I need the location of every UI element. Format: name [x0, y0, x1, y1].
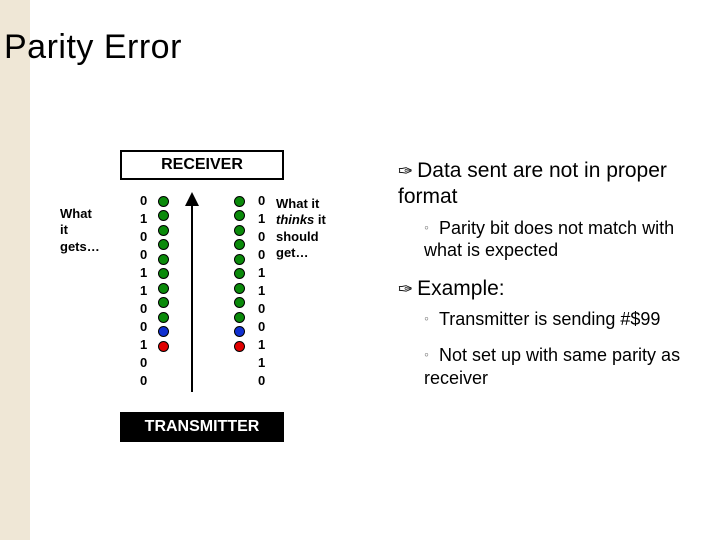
- bit-value: 0: [258, 192, 265, 210]
- dot-icon: [158, 283, 169, 294]
- bullet-2-sub-2: ◦Not set up with same parity as receiver: [424, 344, 708, 389]
- dot-icon: [234, 268, 245, 279]
- t: Transmitter is sending #$99: [439, 309, 660, 329]
- arrow-up: [182, 192, 202, 397]
- t: Parity bit does not match with what is e…: [424, 218, 674, 261]
- bullet-1: ✑Data sent are not in proper format: [398, 158, 708, 211]
- bullet-2: ✑Example:: [398, 276, 708, 302]
- dot-icon: [234, 312, 245, 323]
- bullet-1-text: Data sent are not in proper format: [398, 159, 667, 208]
- bit-value: 0: [258, 228, 265, 246]
- bit-value: 1: [258, 336, 265, 354]
- bullet-icon: ✑: [398, 279, 413, 299]
- decorative-left-stripe: [0, 0, 30, 540]
- bit-value: 0: [258, 246, 265, 264]
- dot-icon: [158, 196, 169, 207]
- bullet-2-sub-1: ◦ Transmitter is sending #$99: [424, 308, 708, 331]
- sub-bullet-icon: ◦: [424, 219, 429, 237]
- bullet-2-text: Example:: [417, 277, 505, 300]
- t: get…: [276, 245, 309, 260]
- dot-icon: [234, 326, 245, 337]
- bit-value: 1: [140, 282, 147, 300]
- t: it: [314, 212, 326, 227]
- bit-value: 0: [258, 300, 265, 318]
- dot-icon: [234, 254, 245, 265]
- arrow-up-icon: [182, 192, 202, 397]
- bullet-icon: ✑: [398, 161, 413, 181]
- dot-icon: [158, 225, 169, 236]
- receiver-dots-column: [158, 192, 169, 355]
- bit-value: 1: [258, 282, 265, 300]
- bit-value: 0: [140, 246, 147, 264]
- bit-value: 0: [140, 354, 147, 372]
- dot-icon: [158, 268, 169, 279]
- bit-value: 1: [140, 210, 147, 228]
- bit-value: 1: [258, 354, 265, 372]
- bit-value: 0: [258, 372, 265, 390]
- receiver-box: RECEIVER: [120, 150, 284, 180]
- dot-icon: [158, 210, 169, 221]
- bit-value: 0: [140, 192, 147, 210]
- t: Not set up with same parity as receiver: [424, 345, 680, 388]
- t: thinks: [276, 212, 314, 227]
- bit-value: 0: [140, 300, 147, 318]
- bit-value: 1: [258, 210, 265, 228]
- bit-value: 0: [140, 318, 147, 336]
- bit-value: 0: [140, 228, 147, 246]
- slide-title: Parity Error: [4, 28, 182, 67]
- dot-icon: [234, 210, 245, 221]
- t: should: [276, 229, 319, 244]
- dot-icon: [158, 341, 169, 352]
- sub-bullet-icon: ◦: [424, 310, 429, 328]
- label-what-it-gets: What it gets…: [60, 206, 100, 255]
- dot-icon: [158, 312, 169, 323]
- dot-icon: [158, 326, 169, 337]
- t: it: [60, 222, 68, 237]
- receiver-bits-column: 01001100100: [140, 192, 147, 390]
- t: What: [60, 206, 92, 221]
- bit-value: 1: [258, 264, 265, 282]
- thinks-dots-column: [234, 192, 245, 355]
- bullet-1-sub: ◦Parity bit does not match with what is …: [424, 217, 708, 262]
- dot-icon: [234, 341, 245, 352]
- bullet-list: ✑Data sent are not in proper format ◦Par…: [398, 158, 708, 403]
- dot-icon: [158, 239, 169, 250]
- bit-value: 0: [258, 318, 265, 336]
- dot-icon: [234, 225, 245, 236]
- dot-icon: [234, 297, 245, 308]
- parity-diagram: RECEIVER What it gets… 01001100100 01001…: [90, 150, 360, 442]
- bit-streams: What it gets… 01001100100 01001100110 Wh…: [90, 186, 360, 406]
- bit-value: 1: [140, 336, 147, 354]
- bit-value: 0: [140, 372, 147, 390]
- dot-icon: [234, 283, 245, 294]
- sub-bullet-icon: ◦: [424, 346, 429, 364]
- label-what-it-thinks: What it thinks it should get…: [276, 196, 326, 261]
- dot-icon: [158, 254, 169, 265]
- dot-icon: [234, 239, 245, 250]
- thinks-bits-column: 01001100110: [258, 192, 265, 390]
- t: What it: [276, 196, 319, 211]
- bit-value: 1: [140, 264, 147, 282]
- transmitter-box: TRANSMITTER: [120, 412, 284, 442]
- dot-icon: [158, 297, 169, 308]
- t: gets…: [60, 239, 100, 254]
- dot-icon: [234, 196, 245, 207]
